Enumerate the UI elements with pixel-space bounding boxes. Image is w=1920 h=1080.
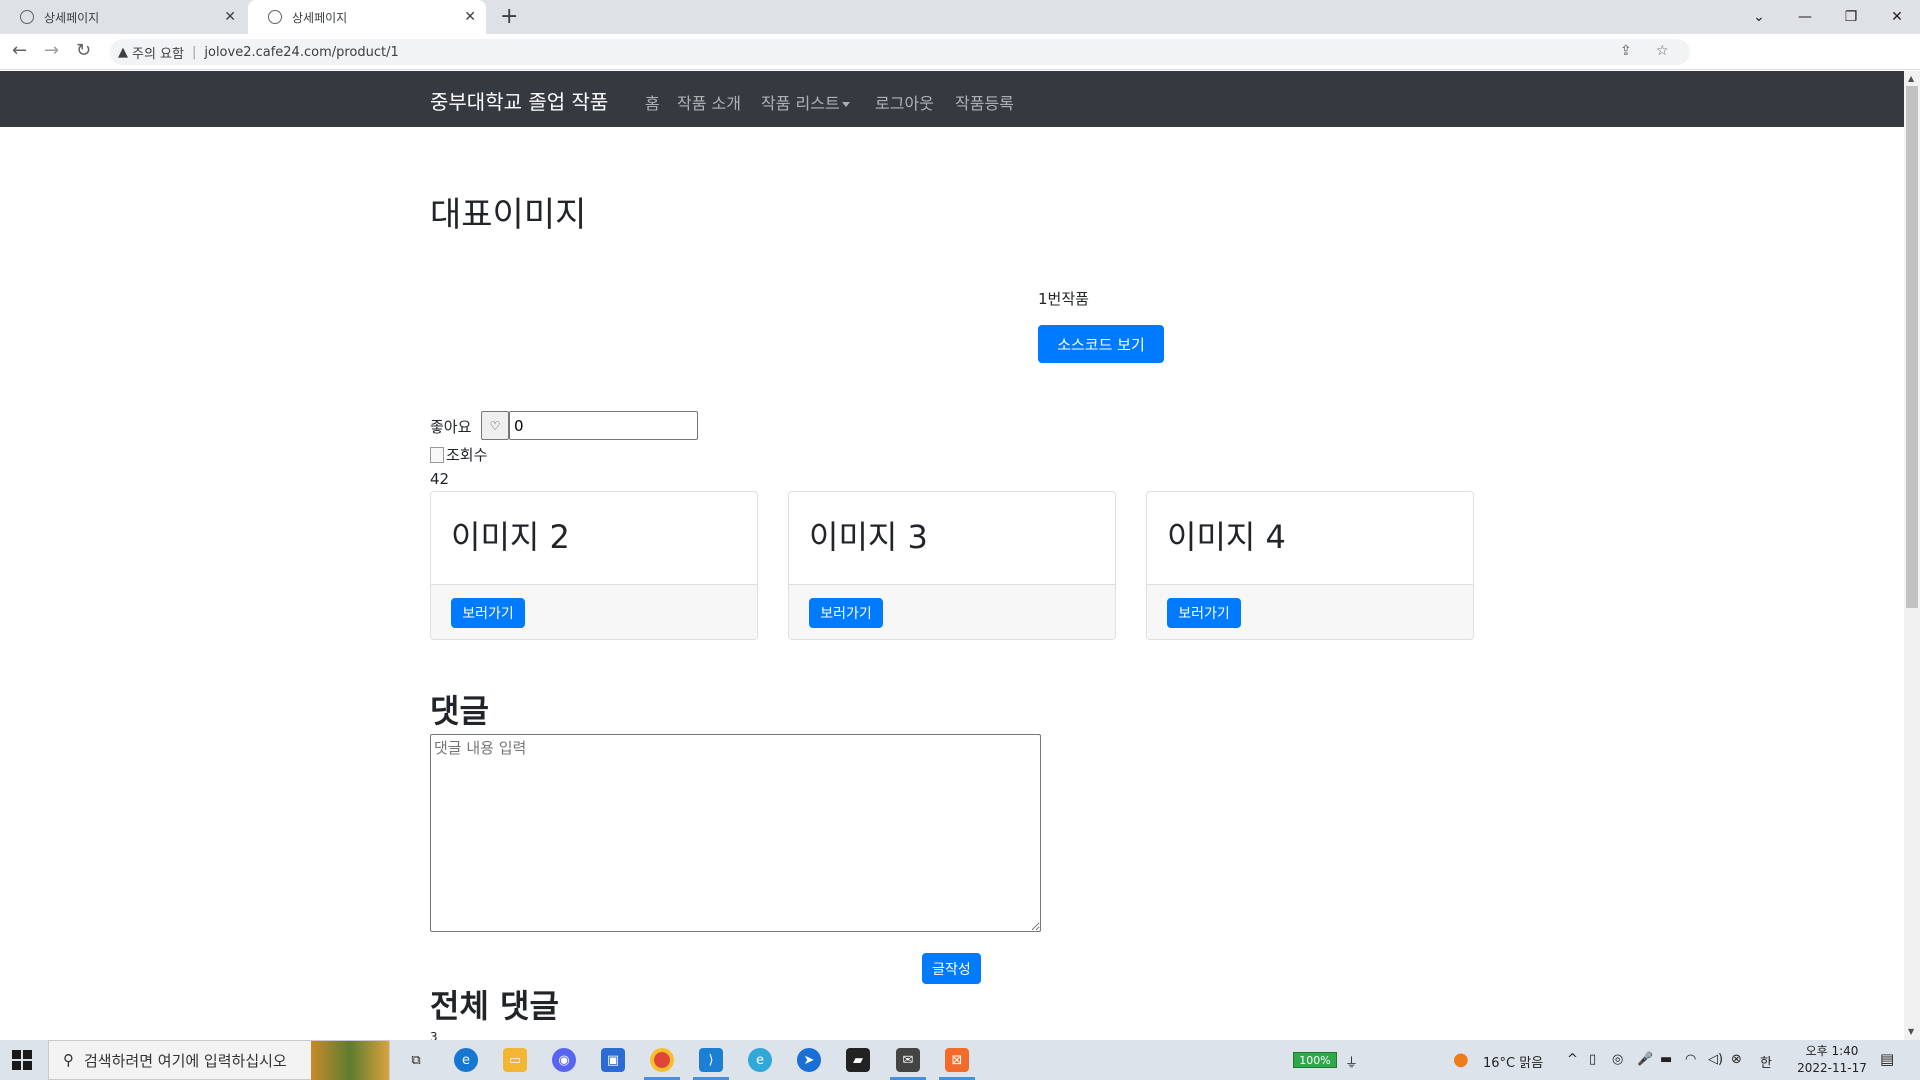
close-tab-icon[interactable]: ✕ <box>224 9 236 25</box>
xampp-icon[interactable]: ⊠ <box>945 1048 969 1072</box>
plug-icon: ⏚ <box>1345 1056 1359 1071</box>
nav-logout[interactable]: 로그아웃 <box>875 90 934 114</box>
source-code-button[interactable]: 소스코드 보기 <box>1038 325 1164 363</box>
like-heart-button[interactable]: ♡ <box>481 411 509 440</box>
back-icon[interactable]: ← <box>12 40 27 61</box>
scroll-up-icon[interactable]: ▲ <box>1908 74 1914 83</box>
caret-down-icon <box>841 102 850 107</box>
like-count-input[interactable] <box>509 411 698 440</box>
comment-textarea[interactable] <box>430 734 1041 932</box>
nav-list-label: 작품 리스트 <box>761 94 840 113</box>
tab-title: 상세페이지 <box>292 10 348 25</box>
comment-heading: 댓글 <box>430 692 489 730</box>
edge-icon[interactable]: e <box>454 1048 478 1072</box>
restore-icon[interactable]: ❐ <box>1828 0 1874 34</box>
browser-tab-2[interactable]: 상세페이지 ✕ <box>248 0 486 34</box>
clock-time: 오후 1:40 <box>1805 1044 1859 1058</box>
scrollbar-thumb[interactable] <box>1906 86 1918 608</box>
separator: | <box>191 44 197 60</box>
tray-app-icon[interactable]: ⊗ <box>1731 1052 1742 1067</box>
windows-start-icon[interactable] <box>12 1050 32 1070</box>
omnibox[interactable]: ▲ 주의 요함 | jolove2.cafe24.com/product/1 ⇪… <box>110 39 1690 65</box>
file-explorer-icon[interactable]: ▭ <box>503 1048 527 1072</box>
forward-icon[interactable]: → <box>44 40 59 61</box>
browser-tab-strip: 상세페이지 ✕ 상세페이지 ✕ + ⌄ — ❐ ✕ <box>0 0 1920 34</box>
view-count-image: 조회수 <box>430 444 487 465</box>
card-title: 이미지 4 <box>1167 518 1286 556</box>
nav-intro[interactable]: 작품 소개 <box>677 90 741 114</box>
discord-icon[interactable]: ◉ <box>552 1048 576 1072</box>
view-count: 42 <box>430 470 450 488</box>
internet-explorer-icon[interactable]: e <box>748 1048 772 1072</box>
nav-register[interactable]: 작품등록 <box>955 90 1014 114</box>
warning-icon: ▲ <box>118 44 128 60</box>
card-footer: 보러가기 <box>1147 584 1473 639</box>
image-alt-text: 조회수 <box>446 446 488 464</box>
url-text[interactable]: jolove2.cafe24.com/product/1 <box>204 45 398 60</box>
share-icon[interactable]: ⇪ <box>1620 43 1632 59</box>
write-comment-button[interactable]: 글작성 <box>922 953 981 984</box>
task-view-icon[interactable]: ⧉ <box>404 1048 428 1072</box>
os-taskbar: ⚲ 검색하려면 여기에 입력하십시오 ⧉ e ▭ ◉ ▣ ⟩ e ➤ ▰ ✉ ⊠… <box>0 1040 1920 1080</box>
card-title: 이미지 3 <box>809 518 928 556</box>
app-icon[interactable]: ✉ <box>896 1048 920 1072</box>
browser-tab-1[interactable]: 상세페이지 ✕ <box>0 0 246 34</box>
weather-icon: ● <box>1453 1049 1469 1070</box>
clock-date: 2022-11-17 <box>1797 1061 1867 1075</box>
tab-search-icon[interactable]: ⌄ <box>1736 0 1782 34</box>
minimize-icon[interactable]: — <box>1782 0 1828 34</box>
notification-icon[interactable]: ▤ <box>1880 1050 1894 1068</box>
image-card: 이미지 4 보러가기 <box>1146 491 1474 640</box>
taskbar-clock[interactable]: 오후 1:40 2022-11-17 <box>1792 1043 1872 1077</box>
weather-text[interactable]: 16°C 맑음 <box>1483 1052 1543 1071</box>
vscode-icon[interactable]: ⟩ <box>699 1048 723 1072</box>
bookmark-star-icon[interactable]: ☆ <box>1656 43 1669 59</box>
reload-icon[interactable]: ↻ <box>76 40 91 61</box>
search-placeholder: 검색하려면 여기에 입력하십시오 <box>84 1051 287 1070</box>
taskbar-search[interactable]: ⚲ 검색하려면 여기에 입력하십시오 <box>48 1040 390 1080</box>
scroll-down-icon[interactable]: ▼ <box>1908 1027 1914 1036</box>
search-icon: ⚲ <box>63 1051 74 1069</box>
new-tab-icon[interactable]: + <box>500 4 518 29</box>
show-hidden-icons[interactable]: ^ <box>1567 1052 1578 1067</box>
globe-icon <box>20 10 34 24</box>
broken-image-icon <box>430 446 444 463</box>
chrome-icon[interactable] <box>650 1048 674 1072</box>
sticky-notes-icon[interactable]: ▰ <box>846 1048 870 1072</box>
microphone-icon[interactable]: 🎤 <box>1637 1052 1653 1067</box>
search-highlight-image <box>311 1041 389 1080</box>
nav-home[interactable]: 홈 <box>645 90 660 114</box>
tray-app-icon[interactable]: ◎ <box>1612 1052 1623 1067</box>
nav-list-dropdown[interactable]: 작품 리스트 <box>761 90 850 114</box>
battery-icon[interactable]: ▬ <box>1660 1052 1672 1067</box>
view-button[interactable]: 보러가기 <box>809 598 883 628</box>
page-heading: 대표이미지 <box>430 195 587 235</box>
all-comments-heading: 전체 댓글 <box>430 987 559 1025</box>
volume-icon[interactable]: ◁) <box>1708 1052 1723 1067</box>
view-button[interactable]: 보러가기 <box>1167 598 1241 628</box>
product-name: 1번작품 <box>1038 290 1089 308</box>
app-icon[interactable]: ➤ <box>797 1048 821 1072</box>
tab-title: 상세페이지 <box>44 10 100 25</box>
wifi-icon[interactable]: ◠ <box>1685 1052 1696 1067</box>
address-bar-row: ← → ↻ ▲ 주의 요함 | jolove2.cafe24.com/produ… <box>0 34 1920 96</box>
store-icon[interactable]: ▣ <box>601 1048 625 1072</box>
close-window-icon[interactable]: ✕ <box>1874 0 1920 34</box>
like-label: 좋아요 <box>430 418 472 436</box>
card-title: 이미지 2 <box>451 518 570 556</box>
tray-app-icon[interactable]: ▯ <box>1589 1052 1596 1067</box>
security-warning-text[interactable]: 주의 요함 <box>132 43 184 62</box>
navbar-brand[interactable]: 중부대학교 졸업 작품 <box>430 86 608 115</box>
globe-icon <box>268 10 282 24</box>
image-card: 이미지 2 보러가기 <box>430 491 758 640</box>
battery-indicator[interactable]: 100% <box>1293 1052 1337 1068</box>
site-navbar: 중부대학교 졸업 작품 홈 작품 소개 작품 리스트 로그아웃 작품등록 <box>0 71 1904 127</box>
image-card: 이미지 3 보러가기 <box>788 491 1116 640</box>
card-footer: 보러가기 <box>431 584 757 639</box>
view-button[interactable]: 보러가기 <box>451 598 525 628</box>
ime-indicator[interactable]: 한 <box>1760 1052 1772 1071</box>
card-footer: 보러가기 <box>789 584 1115 639</box>
close-tab-icon[interactable]: ✕ <box>464 9 476 25</box>
